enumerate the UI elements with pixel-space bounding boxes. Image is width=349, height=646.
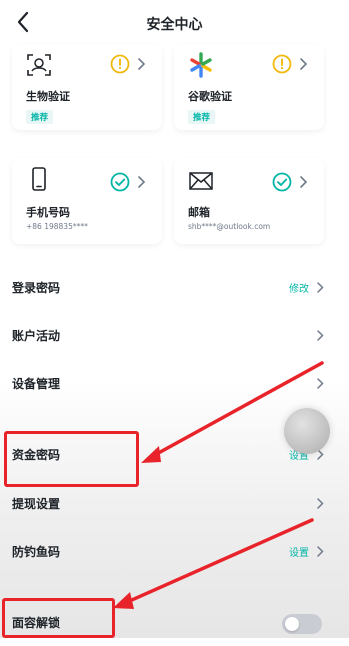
verified-check-icon — [272, 172, 292, 192]
floating-assist-button[interactable] — [284, 408, 330, 454]
verified-check-icon — [110, 172, 130, 192]
page-title: 安全中心 — [146, 17, 203, 33]
row-login-password[interactable]: 登录密码 修改 — [0, 266, 349, 310]
highlight-box-fund-password — [4, 431, 139, 487]
chevron-right-icon — [138, 176, 146, 188]
row-label: 账户活动 — [12, 329, 61, 343]
recommend-badge: 推荐 — [188, 110, 216, 124]
face-unlock-toggle[interactable] — [282, 614, 322, 634]
google-auth-icon — [190, 52, 212, 78]
chevron-right-icon — [317, 282, 324, 293]
row-anti-phishing-code[interactable]: 防钓鱼码 设置 — [0, 530, 349, 574]
email-address: shb****@outlook.com — [188, 222, 271, 231]
modify-link[interactable]: 修改 — [289, 280, 309, 295]
phone-icon — [32, 167, 46, 191]
mail-icon — [189, 172, 213, 190]
chevron-right-icon — [317, 498, 324, 509]
row-label: 设备管理 — [12, 377, 61, 391]
phone-number: +86 198835**** — [26, 222, 88, 231]
card-phone[interactable]: 手机号码 +86 198835**** — [12, 158, 162, 244]
chevron-right-icon — [317, 330, 324, 341]
row-withdrawal-settings[interactable]: 提现设置 — [0, 482, 349, 526]
card-biometric[interactable]: 生物验证 推荐 — [12, 44, 162, 130]
card-label: 手机号码 — [26, 206, 70, 219]
warning-icon — [110, 54, 130, 74]
chevron-right-icon — [300, 176, 308, 188]
row-account-activity[interactable]: 账户活动 — [0, 314, 349, 358]
row-label: 提现设置 — [12, 497, 61, 511]
chevron-right-icon — [317, 378, 324, 389]
set-link[interactable]: 设置 — [289, 544, 309, 559]
recommend-badge: 推荐 — [26, 110, 54, 124]
card-google-auth[interactable]: 谷歌验证 推荐 — [174, 44, 324, 130]
toggle-knob — [285, 617, 299, 631]
card-label: 邮箱 — [188, 206, 210, 219]
warning-icon — [272, 54, 292, 74]
card-label: 谷歌验证 — [188, 90, 232, 103]
card-email[interactable]: 邮箱 shb****@outlook.com — [174, 158, 324, 244]
chevron-right-icon — [300, 58, 308, 70]
header: 安全中心 — [0, 0, 349, 44]
face-scan-icon — [27, 54, 51, 76]
card-label: 生物验证 — [26, 90, 70, 103]
chevron-right-icon — [138, 58, 146, 70]
row-device-management[interactable]: 设备管理 — [0, 362, 349, 406]
row-label: 登录密码 — [12, 281, 61, 295]
row-label: 防钓鱼码 — [12, 545, 61, 559]
chevron-right-icon — [317, 546, 324, 557]
highlight-box-face-unlock — [2, 598, 115, 638]
